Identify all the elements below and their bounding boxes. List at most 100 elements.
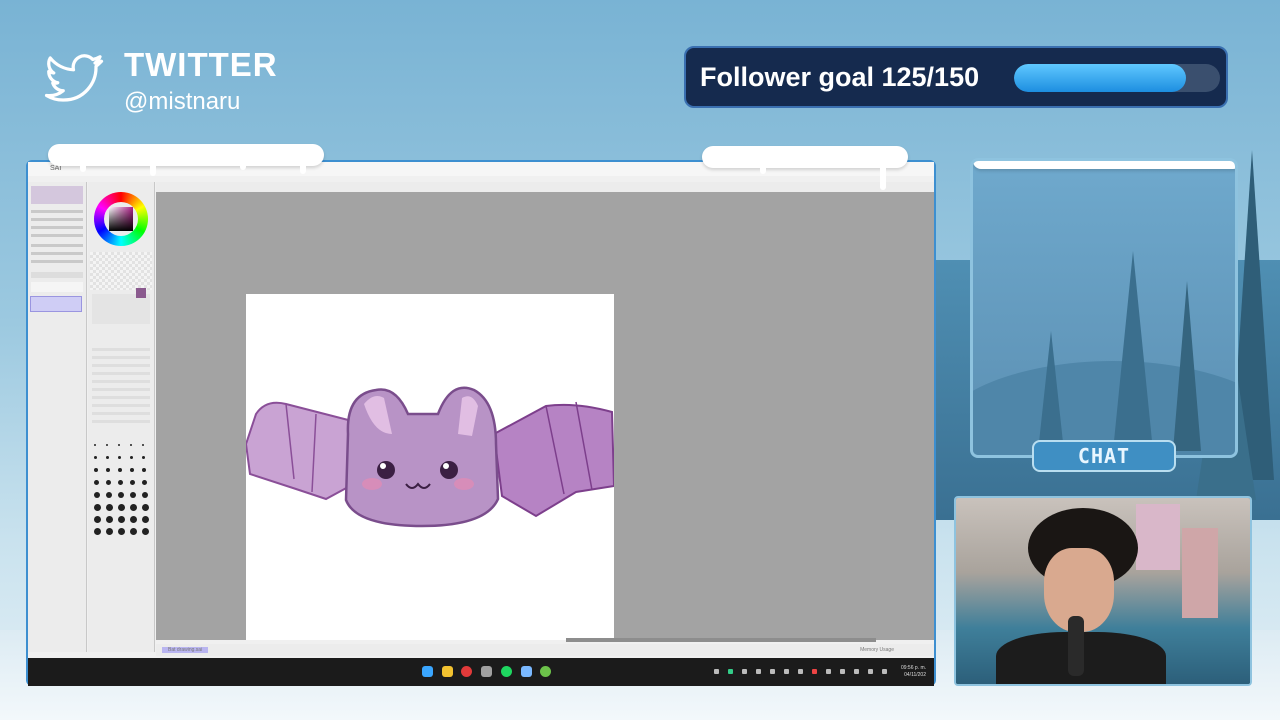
brush-size-dot[interactable] [94,504,101,511]
brush-size-dot[interactable] [142,456,145,459]
tray-icon[interactable] [770,669,775,674]
tray-icon[interactable] [812,669,817,674]
open-file-tab[interactable]: Bat drawing.sai [162,647,209,653]
recorder-icon[interactable] [461,666,472,677]
icicle [300,160,306,174]
brush-size-dot[interactable] [94,480,99,485]
panel-row[interactable] [31,244,83,247]
brush-size-dot[interactable] [130,480,135,485]
panel-row[interactable] [31,252,83,255]
brush-size-dot[interactable] [130,456,133,459]
pine-tree [1113,251,1153,451]
twitter-bird-icon [44,54,104,102]
brush-size-dot[interactable] [106,516,113,523]
wall-poster [1136,504,1180,570]
brush-size-dot[interactable] [94,468,98,472]
app-title: SAI [50,165,62,172]
microphone [1068,616,1084,676]
tray-icon[interactable] [714,669,719,674]
icicle [80,160,86,172]
tray-icon[interactable] [728,669,733,674]
pine-tree [1037,331,1065,455]
brush-size-dot[interactable] [94,456,97,459]
brush-size-dot[interactable] [130,444,132,446]
brush-size-dot[interactable] [106,456,109,459]
app-icon[interactable] [540,666,551,677]
color-picker-square[interactable] [109,207,133,231]
tool-buttons[interactable] [92,294,150,324]
tray-icon[interactable] [742,669,747,674]
memory-usage: Memory Usage [860,647,894,653]
brush-size-dot[interactable] [106,492,112,498]
brush-size-dot[interactable] [130,516,137,523]
layer-item-selected[interactable] [30,296,82,312]
panel-row[interactable] [31,234,83,237]
brush-size-dot[interactable] [106,468,110,472]
brush-size-dot[interactable] [106,444,108,446]
horizontal-scrollbar[interactable] [566,638,876,642]
brush-size-dot[interactable] [118,444,120,446]
brush-settings[interactable] [92,348,150,428]
brush-size-dot[interactable] [142,528,149,535]
current-color-swatch[interactable] [136,288,146,298]
brush-size-dot[interactable] [118,516,125,523]
brush-size-dot[interactable] [130,468,134,472]
icicle [150,160,156,176]
panel-row[interactable] [31,260,83,263]
chat-label: CHAT [1032,440,1176,472]
windows-start-icon[interactable] [422,666,433,677]
brush-size-dot[interactable] [118,480,123,485]
brush-size-dot[interactable] [142,480,147,485]
wall-poster [1182,528,1218,618]
layer-item[interactable] [31,282,83,292]
tray-icon[interactable] [868,669,873,674]
navigator-thumbnail[interactable] [31,186,83,204]
clock-time: 09:56 p. m. [900,665,926,671]
tray-icon[interactable] [882,669,887,674]
brush-size-dot[interactable] [118,468,122,472]
tray-icon[interactable] [756,669,761,674]
twitter-handle: @mistnaru [124,88,241,115]
tray-icon[interactable] [784,669,789,674]
tray-icon[interactable] [798,669,803,674]
canvas-area[interactable] [156,192,934,642]
spotify-icon[interactable] [501,666,512,677]
file-explorer-icon[interactable] [442,666,453,677]
brush-size-dot[interactable] [142,504,149,511]
brush-size-dot[interactable] [142,444,144,446]
status-bar: Bat drawing.sai Memory Usage [156,644,934,656]
scratchpad[interactable] [90,252,152,290]
app-icon[interactable] [481,666,492,677]
app-icon[interactable] [521,666,532,677]
panel-row[interactable] [31,210,83,213]
brush-size-dot[interactable] [94,492,100,498]
tray-icon[interactable] [854,669,859,674]
brush-size-dot[interactable] [142,492,148,498]
brush-size-dot[interactable] [94,444,96,446]
tray-icon[interactable] [840,669,845,674]
brush-size-dot[interactable] [118,504,125,511]
brush-size-dot[interactable] [94,516,101,523]
brush-size-dot[interactable] [130,492,136,498]
layer-buttons[interactable] [31,272,83,278]
pine-tree [1173,281,1201,451]
brush-size-dot[interactable] [106,504,113,511]
brush-size-dot[interactable] [118,492,124,498]
tray-icon[interactable] [826,669,831,674]
brush-size-dot[interactable] [94,528,101,535]
taskbar-clock[interactable]: 09:56 p. m. 04/11/202 [901,665,926,679]
panel-row[interactable] [31,226,83,229]
drawing-canvas[interactable] [244,294,616,640]
brush-size-dot[interactable] [130,504,137,511]
brush-size-dot[interactable] [118,456,121,459]
brush-size-dot[interactable] [130,528,137,535]
panel-row[interactable] [31,218,83,221]
color-tool-panel [88,182,155,652]
brush-size-dot[interactable] [106,528,113,535]
brush-size-dot[interactable] [142,516,149,523]
brush-size-dot[interactable] [118,528,125,535]
clock-date: 04/11/202 [904,672,926,678]
brush-size-dot[interactable] [106,480,111,485]
brush-size-dot[interactable] [142,468,146,472]
brush-size-grid[interactable] [92,444,150,540]
